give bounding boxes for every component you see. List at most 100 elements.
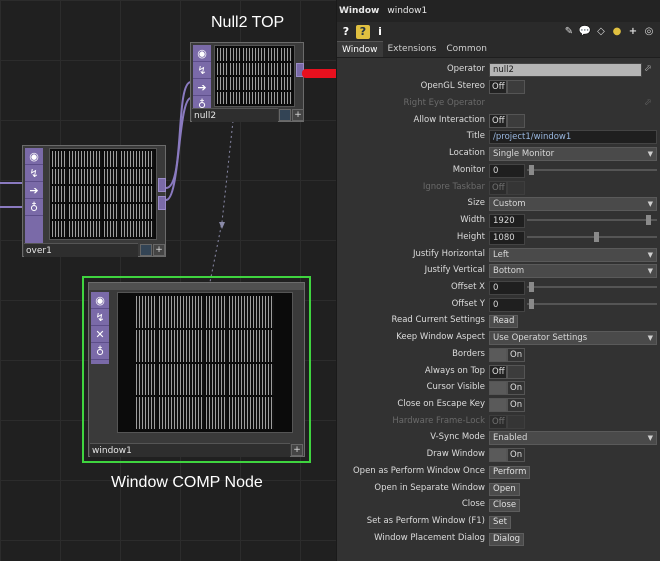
width-field[interactable]: 1920	[489, 214, 525, 228]
monitor-field[interactable]: 0	[489, 164, 525, 178]
over1-output-port-1[interactable]	[158, 178, 166, 192]
viewer-icon[interactable]: ◉	[91, 292, 109, 309]
viewer-icon[interactable]: ◉	[193, 45, 211, 62]
python-icon[interactable]: ●	[610, 25, 624, 39]
keep-window-aspect-menu[interactable]: Use Operator Settings ▼	[489, 331, 657, 345]
param-cursor-visible: Cursor Visible On	[337, 380, 660, 397]
close-icon[interactable]: ✕	[91, 326, 109, 343]
viewer-icon[interactable]: ◉	[25, 148, 43, 165]
param-vsync-mode: V-Sync Mode Enabled ▼	[337, 430, 660, 447]
width-slider-knob[interactable]	[646, 215, 651, 225]
ignore-taskbar-toggle: Off	[489, 181, 525, 195]
target-icon[interactable]: ◎	[642, 25, 656, 39]
param-offset-y: Offset Y 0	[337, 297, 660, 314]
title-field[interactable]: /project1/window1	[489, 130, 657, 144]
bypass-icon[interactable]: ↯	[91, 309, 109, 326]
plus-icon[interactable]: +	[626, 25, 640, 39]
offset-x-slider-knob[interactable]	[529, 282, 534, 292]
node-name[interactable]: null2	[192, 108, 278, 122]
param-borders: Borders On	[337, 347, 660, 364]
node-controls: ◉ ↯ ✕ ♁	[91, 292, 109, 364]
monitor-slider[interactable]	[527, 169, 657, 171]
node-add-button[interactable]: +	[292, 109, 304, 121]
close-on-escape-toggle[interactable]: On	[489, 398, 525, 412]
help-icon[interactable]: ?	[339, 25, 353, 39]
lock-icon[interactable]: ♁	[25, 199, 43, 216]
allow-interaction-toggle[interactable]: Off	[489, 114, 525, 128]
network-editor[interactable]: Null2 TOP Window COMP Node ◉ ↯ ➔ ♁ null2…	[0, 0, 336, 561]
read-button[interactable]: Read	[489, 315, 519, 328]
node-add-button[interactable]: +	[153, 244, 165, 256]
info-icon[interactable]: i	[373, 25, 387, 39]
param-justify-horizontal: Justify Horizontal Left ▼	[337, 247, 660, 264]
justify-vertical-menu[interactable]: Bottom ▼	[489, 264, 657, 278]
node-viewer-toggle[interactable]	[140, 244, 152, 256]
node-name[interactable]: window1	[90, 443, 290, 457]
operator-pick-icon[interactable]: ⬀	[644, 64, 652, 74]
parameter-panel: Window window1 ? ? i ✎ 💬 ◇ ● + ◎ Window …	[336, 0, 660, 561]
arrow-right-icon[interactable]: ➔	[25, 182, 43, 199]
vsync-mode-menu[interactable]: Enabled ▼	[489, 431, 657, 445]
size-menu[interactable]: Custom ▼	[489, 197, 657, 211]
borders-toggle[interactable]: On	[489, 348, 525, 362]
height-field[interactable]: 1080	[489, 231, 525, 245]
node-viewer-toggle[interactable]	[279, 109, 291, 121]
chevron-down-icon: ▼	[647, 251, 653, 259]
offset-x-slider[interactable]	[527, 286, 657, 288]
offset-x-field[interactable]: 0	[489, 281, 525, 295]
tab-window[interactable]: Window	[337, 41, 383, 57]
always-on-top-toggle[interactable]: Off	[489, 365, 525, 379]
param-close-on-escape: Close on Escape Key On	[337, 397, 660, 414]
justify-horizontal-menu[interactable]: Left ▼	[489, 248, 657, 262]
operator-name[interactable]: window1	[387, 6, 427, 16]
over1-output-port-2[interactable]	[158, 196, 166, 210]
param-read-current-settings: Read Current Settings Read	[337, 313, 660, 330]
opengl-stereo-toggle[interactable]: Off	[489, 80, 525, 94]
set-button[interactable]: Set	[489, 516, 511, 529]
cursor-visible-toggle[interactable]: On	[489, 381, 525, 395]
arrow-right-icon[interactable]: ➔	[193, 79, 211, 96]
param-draw-window: Draw Window On	[337, 447, 660, 464]
tag-icon[interactable]: ◇	[594, 25, 608, 39]
param-operator: Operator null2 ⬀	[446, 63, 652, 77]
dialog-button[interactable]: Dialog	[489, 533, 525, 546]
parameter-tabs: Window Extensions Common	[337, 41, 660, 58]
perform-button[interactable]: Perform	[489, 466, 531, 479]
draw-window-toggle[interactable]: On	[489, 448, 525, 462]
bypass-icon[interactable]: ↯	[25, 165, 43, 182]
tab-common[interactable]: Common	[441, 41, 492, 57]
offset-y-field[interactable]: 0	[489, 298, 525, 312]
operator-type: Window	[339, 6, 380, 16]
operator-field[interactable]: null2	[489, 63, 642, 77]
node-add-button[interactable]: +	[291, 444, 303, 456]
offset-y-slider[interactable]	[527, 303, 657, 305]
open-button[interactable]: Open	[489, 483, 520, 496]
close-button[interactable]: Close	[489, 499, 521, 512]
bypass-icon[interactable]: ↯	[193, 62, 211, 79]
param-offset-x: Offset X 0	[337, 280, 660, 297]
window1-node[interactable]: ◉ ↯ ✕ ♁ window1 +	[88, 282, 305, 457]
param-allow-interaction: Allow Interaction Off	[337, 113, 660, 130]
lock-icon[interactable]: ♁	[91, 343, 109, 360]
param-right-eye-operator: Right Eye Operator ⬀	[403, 98, 652, 108]
comment-icon[interactable]: 💬	[578, 25, 592, 39]
offset-y-slider-knob[interactable]	[529, 299, 534, 309]
tab-extensions[interactable]: Extensions	[383, 41, 442, 57]
param-close: Close Close	[337, 497, 660, 514]
null2-annotation: Null2 TOP	[211, 14, 285, 31]
monitor-slider-knob[interactable]	[529, 165, 534, 175]
chevron-down-icon: ▼	[647, 334, 653, 342]
python-help-icon[interactable]: ?	[356, 24, 370, 39]
param-open-separate: Open in Separate Window Open	[337, 481, 660, 498]
width-slider[interactable]	[527, 219, 657, 221]
param-monitor: Monitor 0	[337, 163, 660, 180]
over1-viewer	[49, 148, 157, 240]
null2-node[interactable]: ◉ ↯ ➔ ♁ null2 +	[190, 42, 304, 122]
over1-node[interactable]: ◉ ↯ ➔ ♁ over1 +	[22, 145, 166, 257]
node-name[interactable]: over1	[24, 243, 138, 257]
height-slider-knob[interactable]	[594, 232, 599, 242]
window1-viewer	[117, 292, 293, 433]
height-slider[interactable]	[527, 236, 657, 238]
location-menu[interactable]: Single Monitor ▼	[489, 147, 657, 161]
pencil-icon[interactable]: ✎	[562, 25, 576, 39]
